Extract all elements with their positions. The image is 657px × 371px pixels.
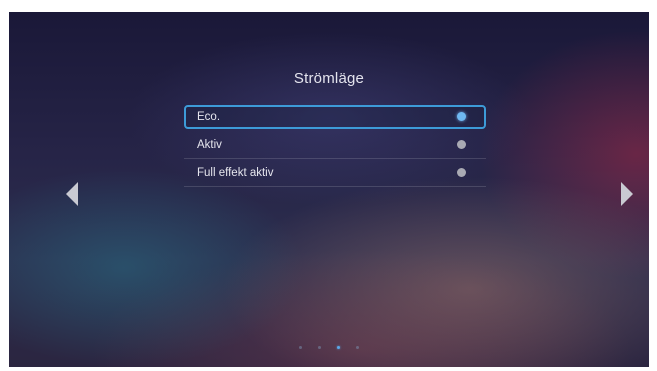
power-mode-menu: Eco. Aktiv Full effekt aktiv bbox=[184, 105, 486, 187]
page-dot bbox=[356, 346, 359, 349]
menu-item-label: Eco. bbox=[197, 111, 221, 123]
page-indicator bbox=[9, 346, 649, 349]
screen-frame: Strömläge Eco. Aktiv Full effekt aktiv bbox=[9, 12, 649, 367]
menu-item-full-effekt-aktiv[interactable]: Full effekt aktiv bbox=[184, 159, 486, 187]
page-dot bbox=[318, 346, 321, 349]
radio-unselected-icon[interactable] bbox=[457, 139, 466, 149]
menu-item-label: Full effekt aktiv bbox=[197, 166, 274, 179]
radio-unselected-icon[interactable] bbox=[457, 167, 466, 177]
previous-page-arrow-icon[interactable] bbox=[66, 182, 78, 206]
menu-item-eco[interactable]: Eco. bbox=[184, 105, 486, 129]
next-page-arrow-icon[interactable] bbox=[621, 182, 633, 206]
menu-item-label: Aktiv bbox=[197, 138, 222, 151]
page-title: Strömläge bbox=[293, 70, 365, 87]
radio-selected-icon[interactable] bbox=[457, 112, 466, 121]
page-dot bbox=[299, 346, 302, 349]
page-dot-active bbox=[337, 346, 340, 349]
menu-item-aktiv[interactable]: Aktiv bbox=[184, 131, 486, 159]
